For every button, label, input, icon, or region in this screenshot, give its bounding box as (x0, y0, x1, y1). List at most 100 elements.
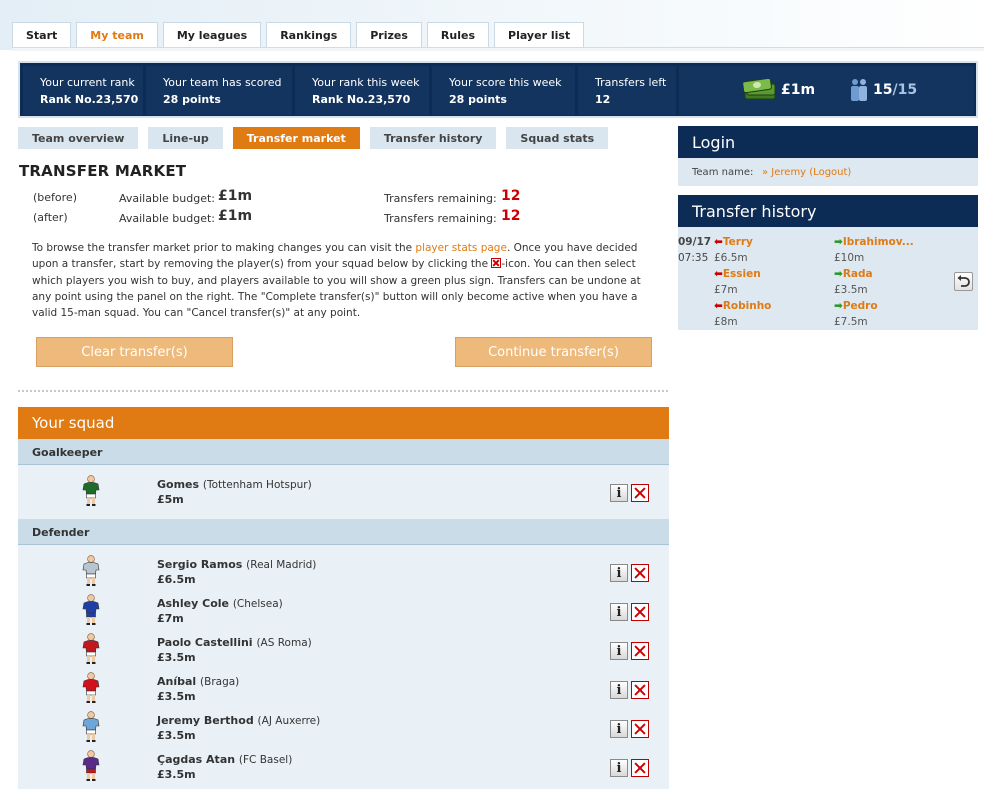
transfers-label: Transfers remaining: (384, 212, 497, 225)
player-kit-icon (82, 594, 100, 625)
info-icon: i (616, 721, 622, 737)
transfer-in-icon: ➡ (834, 236, 843, 248)
player-info-button[interactable]: i (610, 642, 628, 660)
history-in-player: ➡Rada (834, 268, 873, 280)
stat-label: Your current rank (40, 76, 135, 89)
player-kit-icon (82, 633, 100, 664)
player-name: Robinho (722, 300, 772, 312)
player-row: Sergio Ramos (Real Madrid) £6.5m i (18, 553, 669, 592)
player-surname: Sergio Ramos (157, 558, 243, 571)
subtab-transfer-market[interactable]: Transfer market (232, 127, 360, 149)
after-tag: (after) (33, 211, 68, 224)
divider (18, 390, 668, 392)
tab-my-leagues[interactable]: My leagues (162, 22, 262, 48)
squad-header: Your squad (18, 407, 669, 439)
player-surname: Paolo Castellini (157, 636, 253, 649)
player-kit-icon (82, 475, 100, 506)
continue-transfers-button[interactable]: Continue transfer(s) (455, 337, 652, 367)
player-surname: Jeremy Berthod (157, 714, 254, 727)
transfer-history-panel: 09/17 07:35 ⬅Terry £6.5m ⬅Essien £7m ⬅Ro… (678, 227, 978, 330)
player-kit (82, 475, 100, 509)
stat-transfers-left: Transfers left 12 (578, 66, 676, 115)
player-name: Sergio Ramos (Real Madrid) (157, 558, 316, 571)
subtab-transfer-history[interactable]: Transfer history (369, 127, 497, 149)
player-kit (82, 672, 100, 706)
info-icon: i (616, 760, 622, 776)
before-tag: (before) (33, 191, 77, 204)
player-name: Çagdas Atan (FC Basel) (157, 753, 292, 766)
player-row: Aníbal (Braga) £3.5m i (18, 670, 669, 709)
transfers-value: 12 (501, 188, 521, 204)
clear-transfers-button[interactable]: Clear transfer(s) (36, 337, 233, 367)
player-name: Jeremy Berthod (AJ Auxerre) (157, 714, 320, 727)
logout-link[interactable]: » Jeremy (Logout) (762, 167, 851, 178)
stat-value: 28 points (449, 93, 507, 106)
stat-rank-week: Your rank this week Rank No.23,570 (295, 66, 429, 115)
budget-after-row: (after) Available budget: £1m Transfers … (33, 208, 533, 226)
player-name: Aníbal (Braga) (157, 675, 239, 688)
subtab-squad-stats[interactable]: Squad stats (506, 127, 609, 149)
player-info-button[interactable]: i (610, 720, 628, 738)
transfer-out-icon: ⬅ (714, 236, 723, 248)
transfer-in-icon: ➡ (834, 300, 843, 312)
player-kit (82, 750, 100, 784)
player-stats-link[interactable]: player stats page (415, 242, 507, 254)
player-price: £3.5m (157, 651, 196, 664)
transfer-out-icon: ⬅ (714, 300, 723, 312)
tab-start[interactable]: Start (12, 22, 72, 48)
player-name: Gomes (Tottenham Hotspur) (157, 478, 312, 491)
history-in-price: £7.5m (834, 316, 868, 328)
goalkeeper-header: Goalkeeper (18, 439, 669, 465)
info-icon: i (616, 604, 622, 620)
budget-label: Available budget: (119, 192, 215, 205)
player-name: Essien (722, 268, 761, 280)
player-name: Paolo Castellini (AS Roma) (157, 636, 312, 649)
remove-icon (491, 258, 502, 269)
player-club: (Braga) (200, 676, 240, 688)
player-name: Ashley Cole (Chelsea) (157, 597, 283, 610)
player-info-button[interactable]: i (610, 564, 628, 582)
history-in-price: £3.5m (834, 284, 868, 296)
player-kit-icon (82, 711, 100, 742)
tab-rules[interactable]: Rules (426, 22, 490, 48)
tab-my-team[interactable]: My team (76, 22, 158, 48)
player-kit-icon (82, 672, 100, 703)
history-in-player: ➡Ibrahimov... (834, 236, 914, 248)
subtab-line-up[interactable]: Line-up (148, 127, 223, 149)
player-surname: Çagdas Atan (157, 753, 236, 766)
player-info-button[interactable]: i (610, 603, 628, 621)
undo-transfer-button[interactable] (954, 272, 973, 291)
tab-rankings[interactable]: Rankings (266, 22, 352, 48)
player-row: Gomes (Tottenham Hotspur) £5m i (18, 473, 669, 512)
remove-player-button[interactable] (631, 720, 649, 738)
transfer-in-icon: ➡ (834, 268, 843, 280)
remove-player-button[interactable] (631, 603, 649, 621)
transfer-out-icon: ⬅ (714, 268, 723, 280)
history-out-price: £6.5m (714, 252, 748, 264)
player-price: £7m (157, 612, 184, 625)
remove-player-button[interactable] (631, 484, 649, 502)
tab-prizes[interactable]: Prizes (356, 22, 422, 48)
stat-value: 12 (595, 93, 611, 106)
stat-label: Your rank this week (312, 76, 420, 89)
player-surname: Ashley Cole (157, 597, 229, 610)
history-out-price: £8m (714, 316, 738, 328)
player-club: (AS Roma) (256, 637, 312, 649)
player-info-button[interactable]: i (610, 484, 628, 502)
tab-player-list[interactable]: Player list (494, 22, 585, 48)
login-header: Login (678, 126, 978, 158)
squad-count: 15/15 (873, 82, 917, 98)
stat-team-scored: Your team has scored 28 points (146, 66, 292, 115)
player-row: Ashley Cole (Chelsea) £7m i (18, 592, 669, 631)
player-kit (82, 711, 100, 745)
remove-player-button[interactable] (631, 681, 649, 699)
remove-player-button[interactable] (631, 564, 649, 582)
stats-bar: Your current rank Rank No.23,570 Your te… (18, 61, 978, 118)
remove-player-button[interactable] (631, 759, 649, 777)
budget-value: £1m (781, 82, 816, 98)
remove-player-button[interactable] (631, 642, 649, 660)
player-info-button[interactable]: i (610, 759, 628, 777)
player-info-button[interactable]: i (610, 681, 628, 699)
subtab-team-overview[interactable]: Team overview (18, 127, 139, 149)
player-surname: Gomes (157, 478, 200, 491)
